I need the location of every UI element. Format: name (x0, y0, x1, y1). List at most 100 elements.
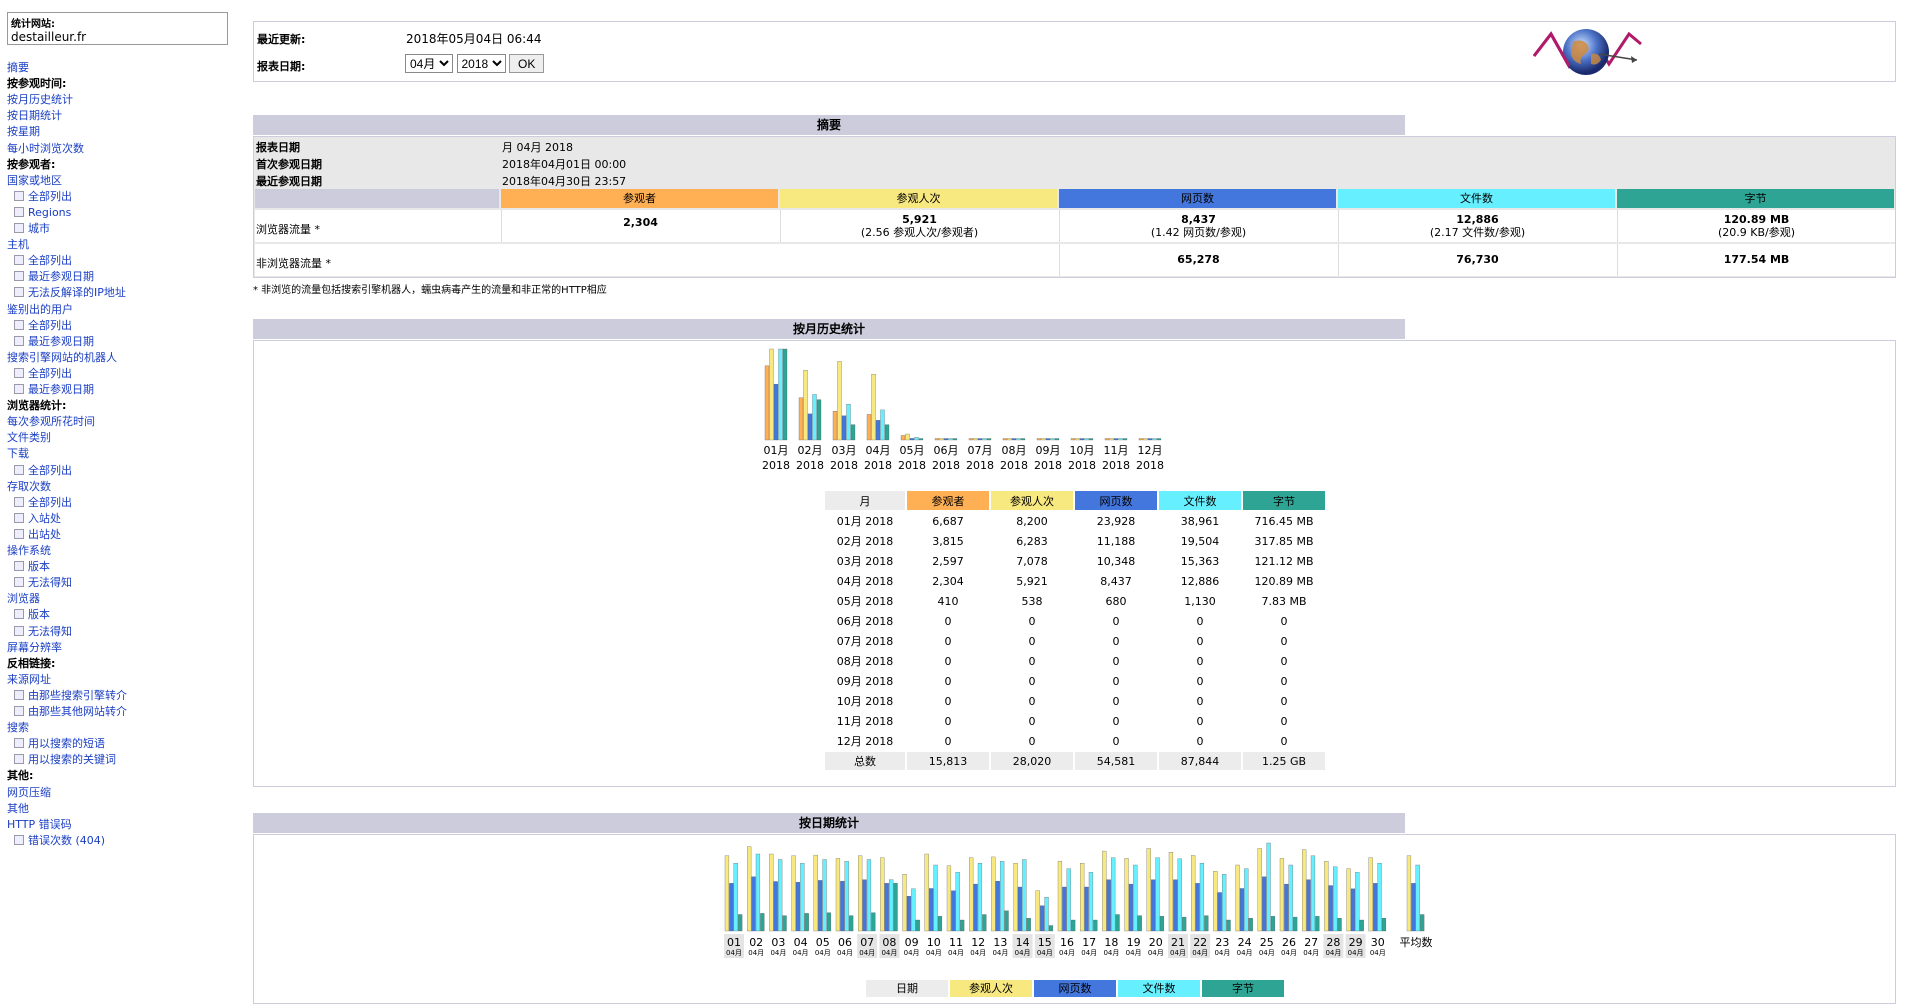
last-visit-value: 2018年04月30日 23:57 (502, 175, 627, 188)
month-bar-9-1 (1075, 438, 1080, 441)
menu-item-20[interactable]: 最近参观日期 (14, 383, 94, 397)
day-bar-26-3 (1315, 916, 1320, 932)
day-bar-25-3 (1293, 916, 1298, 932)
menu-item-8[interactable]: 全部列出 (14, 190, 72, 204)
day-bar-4-3 (826, 912, 832, 932)
menu-item-2[interactable]: 按月历史统计 (7, 93, 73, 107)
viewed-cell-2: 8,437 (1.42 网页数/参观) (1059, 210, 1337, 242)
summary-col-4: 字节 (1617, 189, 1894, 208)
subitem-icon (14, 609, 24, 620)
menu-item-27[interactable]: 全部列出 (14, 496, 72, 510)
menu-item-23[interactable]: 文件类别 (7, 431, 51, 445)
menu-item-label: 用以搜索的关键词 (28, 753, 116, 767)
day-subtick-1: 04月 (748, 949, 764, 957)
day-bar-21-2 (1199, 863, 1205, 932)
value-cell: 0 (1112, 654, 1120, 668)
menu-item-label: 屏幕分辨率 (7, 640, 62, 654)
day-subtick-7: 04月 (881, 949, 897, 957)
avg-bar-1 (1411, 883, 1416, 932)
menu-item-0[interactable]: 摘要 (7, 61, 29, 75)
menu-item-11[interactable]: 主机 (7, 238, 29, 252)
menu-item-31[interactable]: 版本 (14, 560, 50, 574)
avg-bar-0 (1406, 855, 1412, 932)
menu-item-32[interactable]: 无法得知 (14, 576, 72, 590)
day-bar-29-1 (1373, 883, 1378, 932)
day-bar-22-2 (1222, 874, 1227, 932)
menu-item-18[interactable]: 搜索引擎网站的机器人 (7, 351, 117, 365)
menu-item-24[interactable]: 下载 (7, 447, 29, 461)
menu-item-12[interactable]: 全部列出 (14, 254, 72, 268)
menu-item-25[interactable]: 全部列出 (14, 464, 72, 478)
menu-item-47[interactable]: HTTP 错误码 (7, 818, 72, 832)
day-bar-3-1 (795, 882, 801, 932)
menu-item-22[interactable]: 每次参观所花时间 (7, 415, 95, 429)
day-bar-10-0 (946, 865, 952, 932)
month-bar-2-3 (846, 403, 851, 441)
menu-item-33[interactable]: 浏览器 (7, 592, 40, 606)
day-bar-9-1 (929, 888, 934, 932)
menu-item-40[interactable]: 由那些其他网站转介 (14, 705, 127, 719)
day-tick-15: 16 (1060, 936, 1074, 949)
month-select[interactable]: 04月 (405, 54, 453, 73)
menu-item-9[interactable]: Regions (14, 206, 71, 220)
menu-item-15[interactable]: 鉴别出的用户 (7, 303, 73, 317)
month-tick-top-6: 07月 (968, 444, 993, 457)
menu-item-45[interactable]: 网页压缩 (7, 786, 51, 800)
value-cell: 0 (944, 654, 952, 668)
value-cell: 0 (1280, 714, 1288, 728)
subitem-icon (14, 287, 24, 298)
menu-item-label: 无法反解译的IP地址 (28, 286, 126, 300)
month-tick-bottom-4: 2018 (898, 459, 926, 472)
month-bar-4-1 (905, 433, 910, 441)
month-cell: 01月 2018 (836, 515, 894, 528)
menu-item-10[interactable]: 城市 (14, 222, 50, 236)
menu-item-17[interactable]: 最近参观日期 (14, 335, 94, 349)
report-date-label: 报表日期: (257, 60, 306, 73)
value-cell: 38,961 (1180, 514, 1220, 528)
month-bar-3-4 (884, 424, 890, 441)
menu-item-label: 版本 (28, 608, 50, 622)
month-bar-0-4 (782, 348, 788, 441)
year-select[interactable]: 2018 (456, 54, 506, 73)
ok-button[interactable]: OK (509, 54, 545, 73)
monthly-col-2: 参观人次 (991, 491, 1073, 510)
menu-item-42[interactable]: 用以搜索的短语 (14, 737, 105, 751)
menu-item-label: 最近参观日期 (28, 334, 94, 348)
menu-item-3[interactable]: 按日期统计 (7, 109, 62, 123)
menu-item-41[interactable]: 搜索 (7, 721, 29, 735)
month-tick-top-11: 12月 (1138, 444, 1163, 457)
menu-item-7[interactable]: 国家或地区 (7, 174, 62, 188)
month-bar-6-0 (968, 438, 974, 441)
menu-item-39[interactable]: 由那些搜索引擎转介 (14, 689, 127, 703)
menu-item-30[interactable]: 操作系统 (7, 544, 51, 558)
menu-item-46[interactable]: 其他 (7, 802, 29, 816)
menu-item-36[interactable]: 屏幕分辨率 (7, 641, 62, 655)
day-bar-24-2 (1266, 842, 1271, 932)
menu-item-16[interactable]: 全部列出 (14, 319, 72, 333)
menu-item-13[interactable]: 最近参观日期 (14, 270, 94, 284)
day-bar-15-3 (1071, 919, 1076, 932)
menu-item-34[interactable]: 版本 (14, 608, 50, 622)
menu-item-35[interactable]: 无法得知 (14, 625, 72, 639)
menu-item-48[interactable]: 错误次数 (404) (14, 834, 105, 848)
subitem-icon (14, 319, 24, 330)
menu-item-43[interactable]: 用以搜索的关键词 (14, 753, 116, 767)
menu-item-26[interactable]: 存取次数 (7, 480, 51, 494)
day-tick-14: 15 (1038, 936, 1052, 949)
menu-item-label: HTTP 错误码 (7, 817, 72, 831)
menu-item-label: 鉴别出的用户 (7, 302, 73, 316)
month-tick-top-0: 01月 (764, 444, 789, 457)
menu-item-28[interactable]: 入站处 (14, 512, 61, 526)
month-bar-1-0 (798, 397, 804, 441)
menu-item-29[interactable]: 出站处 (14, 528, 61, 542)
subitem-icon (14, 335, 24, 346)
menu-item-38[interactable]: 来源网址 (7, 673, 51, 687)
day-bar-16-3 (1093, 919, 1098, 932)
menu-item-4[interactable]: 按星期 (7, 125, 40, 139)
day-tick-24: 25 (1260, 936, 1274, 949)
day-subtick-19: 04月 (1148, 949, 1164, 957)
menu-item-19[interactable]: 全部列出 (14, 367, 72, 381)
menu-item-14[interactable]: 无法反解译的IP地址 (14, 286, 126, 300)
menu-item-5[interactable]: 每小时浏览次数 (7, 142, 84, 156)
day-bar-28-1 (1350, 888, 1356, 932)
